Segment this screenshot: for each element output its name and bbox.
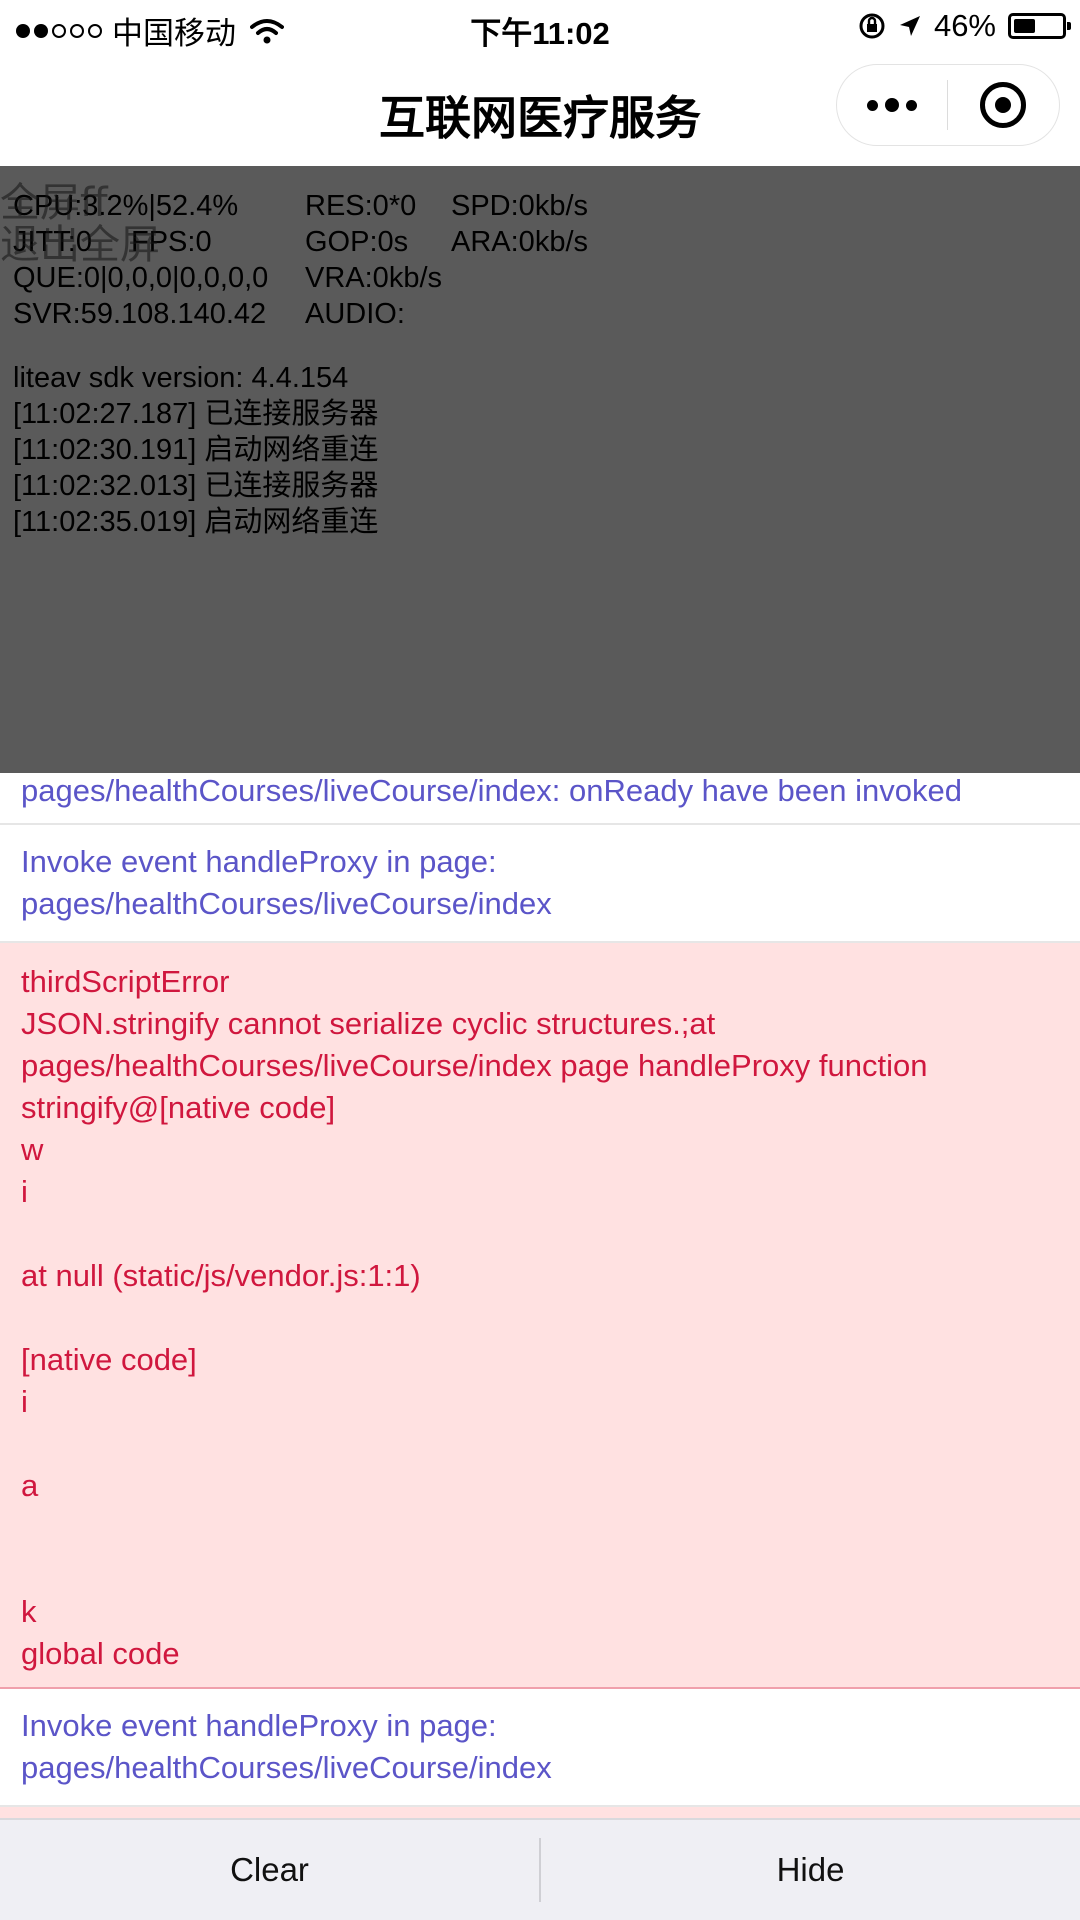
mini-program-capsule (836, 64, 1060, 146)
more-button[interactable] (837, 65, 947, 145)
hide-button[interactable]: Hide (541, 1820, 1080, 1920)
console-entry-log: Invoke event handleProxy in page: pages/… (0, 1689, 1080, 1807)
screen: 中国移动 下午11:02 46% 互联网医疗服务 CPU:3.2%|52.4% … (0, 0, 1080, 1920)
stat-res: RES:0*0 (305, 190, 417, 222)
status-bar: 中国移动 下午11:02 46% (0, 0, 1080, 56)
battery-icon (1008, 13, 1071, 39)
log-line: [11:02:30.191] 启动网络重连 (13, 434, 379, 466)
battery-percent: 46% (933, 8, 996, 43)
console-entry-log: pages/healthCourses/liveCourse/index: on… (0, 773, 1080, 825)
stat-svr: SVR:59.108.140.42 (13, 298, 267, 330)
orientation-lock-icon (859, 13, 885, 39)
navigation-bar: 互联网医疗服务 (0, 56, 1080, 166)
stat-spd: SPD:0kb/s (451, 190, 588, 222)
console-log-list[interactable]: pages/healthCourses/liveCourse/index: on… (0, 773, 1080, 1820)
live-player[interactable]: CPU:3.2%|52.4% RES:0*0 SPD:0kb/s JITT:0 … (0, 166, 1080, 773)
stat-ara: ARA:0kb/s (451, 226, 588, 258)
status-right: 46% (858, 8, 1071, 44)
stat-audio: AUDIO: (305, 298, 405, 330)
stat-gop: GOP:0s (305, 226, 409, 258)
player-log: liteav sdk version: 4.4.154 [11:02:27.18… (13, 360, 378, 540)
console-entry-error: thirdScriptError JSON.stringify cannot s… (0, 943, 1080, 1689)
exit-fullscreen-button[interactable]: 退出全屏 (0, 212, 160, 270)
close-program-button[interactable] (948, 65, 1058, 145)
location-arrow-icon (899, 16, 920, 36)
more-icon (867, 98, 917, 112)
log-line: [11:02:27.187] 已连接服务器 (13, 398, 379, 430)
log-line: [11:02:35.019] 启动网络重连 (13, 506, 379, 538)
log-line: liteav sdk version: 4.4.154 (13, 362, 349, 394)
battery-nub (1067, 22, 1071, 30)
clear-button[interactable]: Clear (0, 1820, 539, 1920)
log-line: [11:02:32.013] 已连接服务器 (13, 470, 379, 502)
console-entry-log: Invoke event handleProxy in page: pages/… (0, 825, 1080, 943)
console-toolbar: Clear Hide (0, 1818, 1080, 1920)
battery-level (1014, 19, 1035, 33)
target-icon (980, 82, 1026, 128)
stat-vra: VRA:0kb/s (305, 262, 442, 294)
